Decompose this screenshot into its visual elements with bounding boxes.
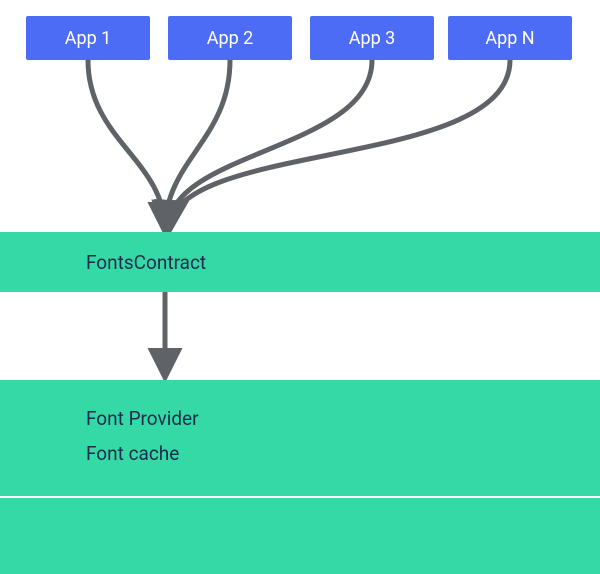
app-label: App 2 xyxy=(207,28,254,49)
diagram-canvas: App 1 App 2 App 3 App N FontsContract Fo… xyxy=(0,0,600,574)
app-box-n: App N xyxy=(448,16,572,60)
layer-label: Font Provider xyxy=(86,407,199,430)
layer-label: Font cache xyxy=(86,442,179,465)
app-box-1: App 1 xyxy=(26,16,150,60)
layer-bottom-block xyxy=(0,498,600,574)
arrow-app1-to-contract xyxy=(88,60,165,230)
layer-label: FontsContract xyxy=(86,251,206,274)
app-box-2: App 2 xyxy=(168,16,292,60)
layer-font-provider: Font Provider xyxy=(0,380,600,438)
app-label: App N xyxy=(485,28,534,49)
layer-fonts-contract: FontsContract xyxy=(0,232,600,292)
app-label: App 3 xyxy=(349,28,396,49)
layer-font-cache: Font cache xyxy=(0,438,600,496)
arrow-app3-to-contract xyxy=(168,60,372,228)
app-label: App 1 xyxy=(65,28,112,49)
app-box-3: App 3 xyxy=(310,16,434,60)
arrow-appN-to-contract xyxy=(170,60,510,228)
arrow-app2-to-contract xyxy=(165,60,230,230)
